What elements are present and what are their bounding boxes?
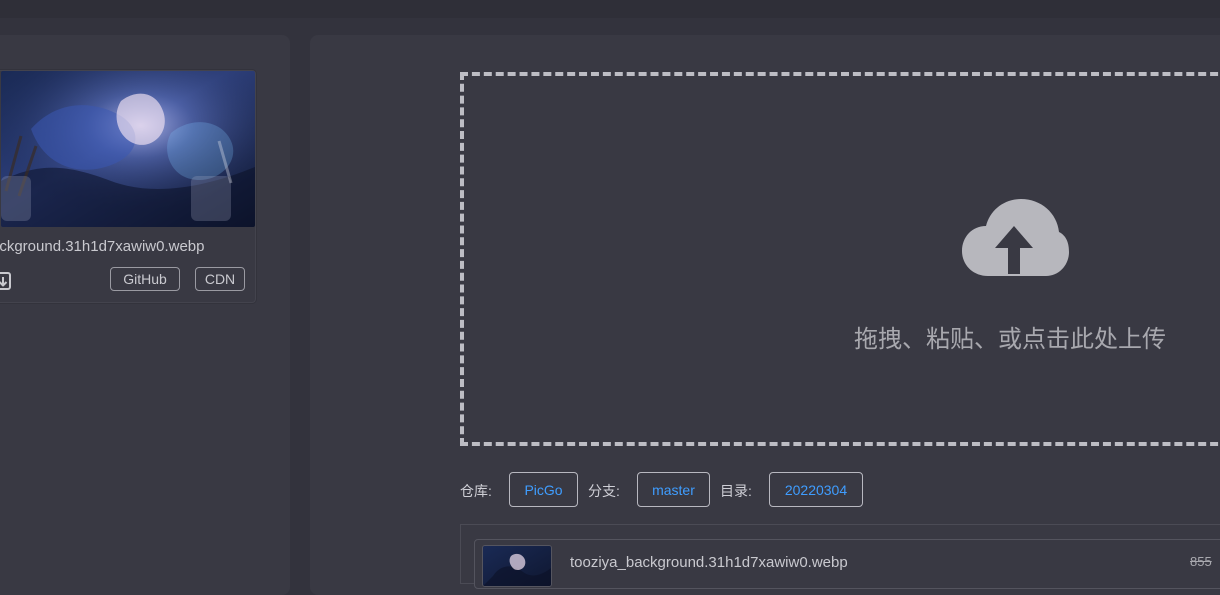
image-filename: ackground.31h1d7xawiw0.webp — [0, 238, 205, 255]
cdn-link-button[interactable]: CDN — [195, 267, 245, 291]
upload-instruction: 拖拽、粘贴、或点击此处上传 — [854, 326, 1166, 353]
cloud-upload-icon — [959, 196, 1069, 282]
file-name: tooziya_background.31h1d7xawiw0.webp — [570, 554, 848, 571]
github-link-button[interactable]: GitHub — [110, 267, 180, 291]
image-thumbnail[interactable] — [1, 71, 255, 227]
upload-dropzone[interactable]: 拖拽、粘贴、或点击此处上传 — [460, 72, 1220, 446]
branch-select[interactable]: master — [637, 472, 710, 507]
branch-label: 分支: — [588, 483, 620, 499]
file-size: 855 — [1190, 554, 1212, 569]
file-thumbnail[interactable] — [482, 545, 552, 587]
uploaded-image-card: ackground.31h1d7xawiw0.webp GitHub CDN — [0, 70, 256, 303]
directory-select[interactable]: 20220304 — [769, 472, 863, 507]
repo-label: 仓库: — [460, 483, 492, 499]
repo-select[interactable]: PicGo — [509, 472, 578, 507]
copy-icon[interactable] — [0, 271, 19, 291]
top-bar — [0, 0, 1220, 18]
directory-label: 目录: — [720, 483, 752, 499]
